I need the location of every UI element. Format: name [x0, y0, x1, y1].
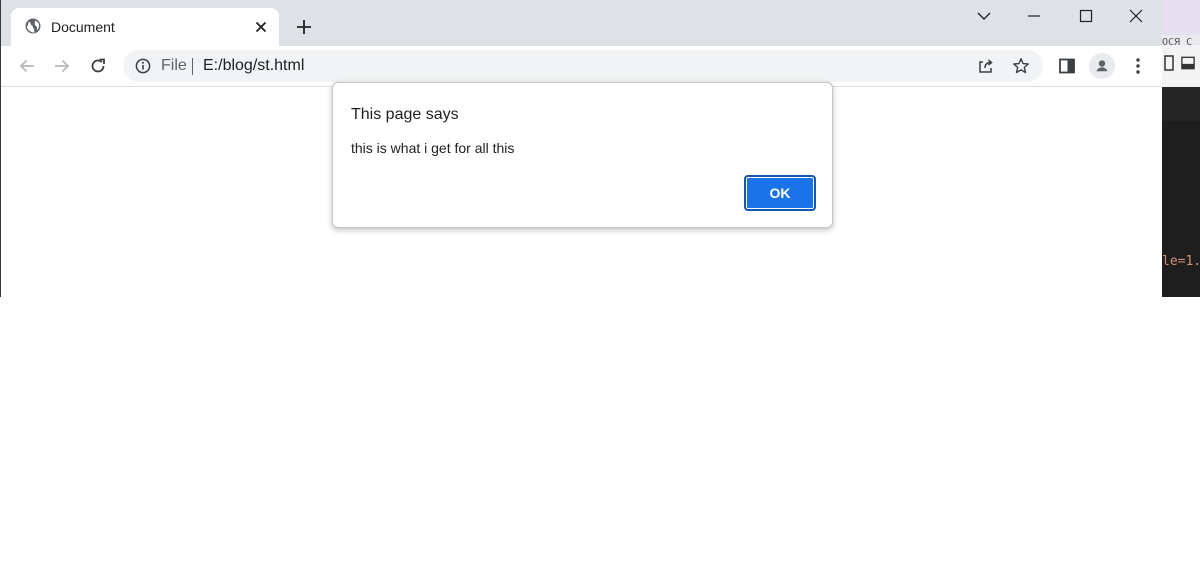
window-icon[interactable] — [1181, 54, 1195, 72]
side-panel-icon[interactable] — [1055, 54, 1079, 78]
dialog-title: This page says — [351, 106, 459, 123]
background-toolbar — [1162, 45, 1200, 87]
maximize-icon[interactable] — [1075, 6, 1097, 26]
dialog-message: this is what i get for all this — [351, 140, 515, 156]
minimize-icon[interactable] — [1023, 6, 1045, 26]
info-icon[interactable] — [135, 58, 151, 74]
arrow-left-icon[interactable] — [15, 54, 39, 78]
tab-title: Document — [51, 19, 115, 35]
browser-window: Document File E:/blog/st.html This page … — [0, 0, 1162, 297]
scheme-label: File — [161, 57, 187, 74]
screen: Document File E:/blog/st.html This page … — [0, 0, 1200, 580]
background-panel — [1162, 87, 1200, 121]
close-icon[interactable] — [1125, 6, 1147, 26]
alert-dialog: This page says this is what i get for al… — [332, 82, 833, 228]
plus-icon[interactable] — [293, 16, 315, 38]
tab-document[interactable]: Document — [11, 8, 279, 46]
address-bar[interactable]: File E:/blog/st.html — [123, 50, 1043, 82]
close-icon[interactable] — [251, 17, 271, 37]
scheme-separator — [192, 58, 193, 75]
background-titlebar — [1162, 0, 1200, 35]
arrow-right-icon[interactable] — [50, 54, 74, 78]
document-icon[interactable] — [1162, 54, 1176, 72]
chevron-down-icon[interactable] — [973, 6, 995, 26]
globe-icon — [25, 18, 41, 34]
background-editor: ОСЯ С le=1. — [1162, 0, 1200, 297]
browser-toolbar: File E:/blog/st.html — [1, 46, 1162, 87]
kebab-menu-icon[interactable] — [1126, 54, 1150, 78]
reload-icon[interactable] — [86, 54, 110, 78]
url-text[interactable]: E:/blog/st.html — [203, 57, 304, 75]
tab-strip: Document — [1, 0, 1162, 46]
ok-button[interactable]: OK — [744, 175, 816, 211]
code-fragment: le=1. — [1162, 254, 1200, 269]
share-icon[interactable] — [977, 57, 995, 75]
star-icon[interactable] — [1012, 57, 1030, 75]
person-icon[interactable] — [1089, 53, 1115, 79]
